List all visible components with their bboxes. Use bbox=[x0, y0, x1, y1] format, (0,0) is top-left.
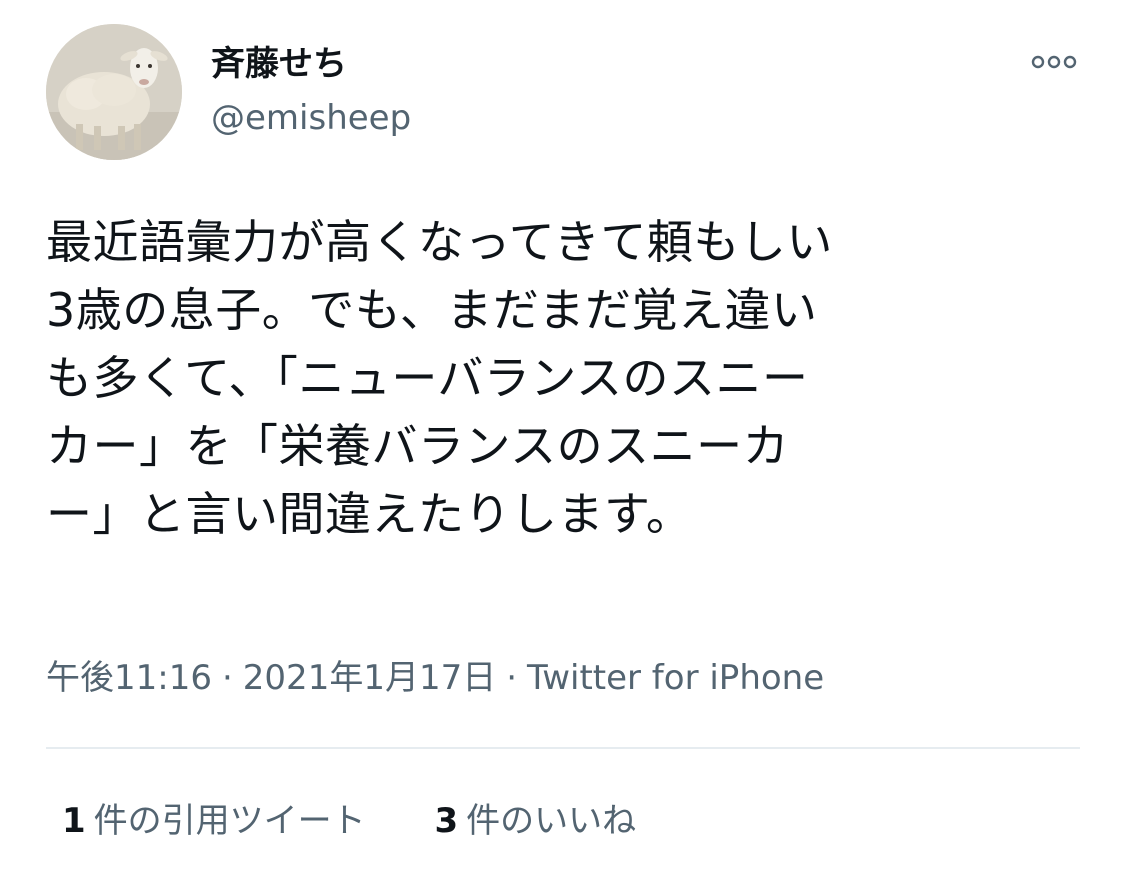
divider bbox=[46, 747, 1080, 749]
author-handle[interactable]: @emisheep bbox=[211, 94, 411, 142]
likes-stat[interactable]: 3 件のいいね bbox=[434, 796, 636, 846]
tweet-text-line: カー」を「栄養バランスのスニーカ bbox=[46, 419, 790, 473]
tweet-text-line: 3歳の息子。でも、まだまだ覚え違い bbox=[46, 283, 818, 337]
tweet-text-line: ー」と言い間違えたりします。 bbox=[46, 487, 693, 541]
tweet-text: 最近語彙力が高くなってきて頼もしい 3歳の息子。でも、まだまだ覚え違い も多くて… bbox=[46, 208, 1066, 548]
tweet-text-line: も多くて、「ニューバランスのスニー bbox=[46, 351, 809, 405]
avatar[interactable] bbox=[46, 24, 182, 160]
meta-separator: · bbox=[506, 658, 518, 698]
like-count: 3 bbox=[434, 801, 459, 841]
more-options-icon bbox=[1031, 55, 1077, 69]
tweet-card: 斉藤せち @emisheep 最近語彙力が高くなってきて頼もしい 3歳の息子。で… bbox=[0, 0, 1125, 887]
tweet-source[interactable]: Twitter for iPhone bbox=[527, 658, 824, 698]
tweet-date[interactable]: 2021年1月17日 bbox=[243, 658, 496, 698]
tweet-time[interactable]: 午後11:16 bbox=[46, 658, 212, 698]
tweet-text-line: 最近語彙力が高くなってきて頼もしい bbox=[46, 215, 833, 269]
sheep-avatar-icon bbox=[46, 24, 182, 160]
quote-tweets-stat[interactable]: 1 件の引用ツイート bbox=[62, 796, 366, 846]
quote-count: 1 bbox=[62, 801, 86, 841]
tweet-meta: 午後11:16 · 2021年1月17日 · Twitter for iPhone bbox=[46, 652, 824, 704]
quote-label: 件の引用ツイート bbox=[93, 801, 366, 841]
like-label: 件のいいね bbox=[466, 801, 637, 841]
meta-separator: · bbox=[221, 658, 233, 698]
more-options-button[interactable] bbox=[1026, 46, 1082, 78]
tweet-stats: 1 件の引用ツイート 3 件のいいね bbox=[62, 796, 636, 846]
author-display-name[interactable]: 斉藤せち bbox=[211, 40, 347, 88]
